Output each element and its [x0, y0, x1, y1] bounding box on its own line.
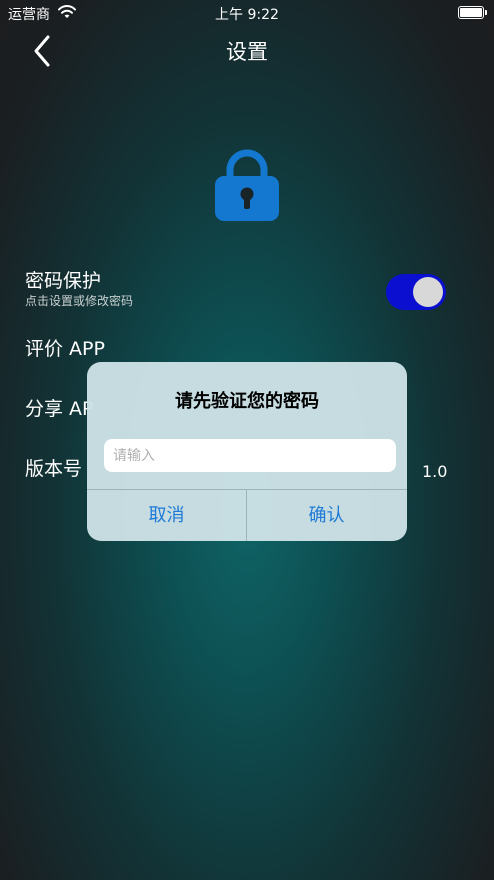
share-app-item[interactable]: 分享 AP — [25, 394, 94, 421]
password-protect-subtitle: 点击设置或修改密码 — [25, 294, 134, 308]
dialog-title: 请先验证您的密码 — [175, 391, 319, 412]
password-protect-toggle[interactable] — [386, 274, 446, 310]
battery-icon — [458, 6, 487, 19]
version-value: 1.0 — [422, 462, 448, 481]
page-title: 设置 — [226, 40, 268, 64]
status-time: 上午 9:22 — [215, 7, 279, 23]
password-protect-label: 密码保护 — [25, 270, 102, 292]
version-label: 版本号 — [25, 458, 83, 480]
confirm-button[interactable]: 确认 — [247, 490, 406, 541]
password-verify-dialog: 请先验证您的密码 取消 确认 — [87, 362, 407, 541]
password-input[interactable] — [104, 439, 396, 472]
toggle-knob — [413, 277, 443, 307]
lock-icon — [213, 148, 281, 222]
cancel-button[interactable]: 取消 — [87, 490, 246, 541]
status-bar: 运营商 上午 9:22 — [0, 0, 494, 26]
rate-app-item[interactable]: 评价 APP — [25, 334, 105, 361]
